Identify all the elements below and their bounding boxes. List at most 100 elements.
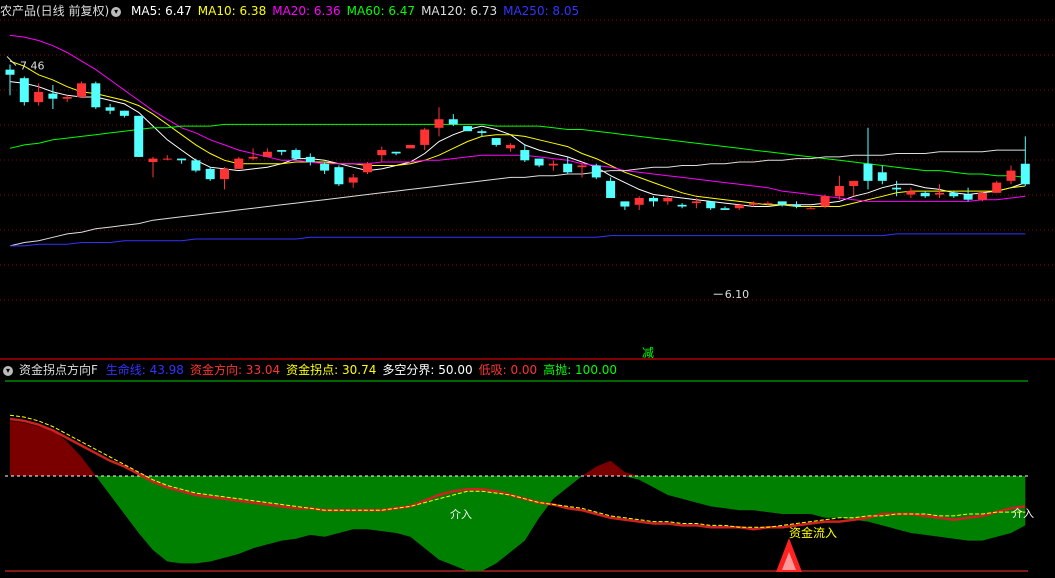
candle-body bbox=[663, 197, 673, 202]
candle-body bbox=[863, 163, 873, 181]
ma-legend-item-5: MA250: 8.05 bbox=[503, 4, 580, 18]
indicator-legend: 生命线: 43.98 资金方向: 33.04 资金拐点: 30.74 多空分界: 50… bbox=[106, 363, 623, 377]
candle-body bbox=[691, 201, 701, 204]
candle-body bbox=[992, 182, 1002, 193]
candle-body bbox=[706, 201, 716, 209]
candle-31 bbox=[448, 114, 458, 127]
candle-body bbox=[763, 203, 773, 205]
candle-body bbox=[491, 138, 501, 145]
price-header: 农产品(日线 前复权) ▾ MA5: 6.47 MA10: 6.38 MA20: 6.… bbox=[0, 3, 585, 19]
ma-line-ma10 bbox=[9, 60, 1026, 207]
candle-23 bbox=[334, 165, 344, 186]
jian-marker: 减 bbox=[642, 346, 654, 360]
high-price-label: 7.46 bbox=[20, 59, 45, 72]
candle-body bbox=[977, 192, 987, 200]
candle-2 bbox=[34, 83, 44, 106]
candle-5 bbox=[77, 81, 86, 98]
candle-body bbox=[935, 192, 944, 195]
ma-line-ma60 bbox=[9, 123, 1026, 178]
candle-body bbox=[162, 158, 172, 160]
chart-root: { "top_header": { "title": "农产品(日线 前复权)"… bbox=[0, 0, 1055, 578]
candle-28 bbox=[405, 144, 415, 149]
candle-body bbox=[563, 163, 573, 173]
candle-29 bbox=[420, 127, 430, 151]
candle-38 bbox=[548, 160, 558, 171]
candle-21 bbox=[305, 153, 315, 166]
candle-9 bbox=[134, 115, 144, 157]
candle-body bbox=[48, 93, 58, 99]
candle-body bbox=[777, 201, 787, 205]
candle-24 bbox=[348, 174, 358, 188]
indicator-legend-item-4: 低吸: 0.00 bbox=[478, 363, 538, 377]
indicator-title: 资金拐点方向F bbox=[19, 363, 98, 377]
candle-34 bbox=[491, 138, 501, 147]
ma-line-ma250 bbox=[10, 233, 1026, 247]
settings-toggle-icon[interactable]: ▾ bbox=[111, 6, 122, 17]
candle-67 bbox=[963, 187, 973, 202]
candle-19 bbox=[277, 150, 287, 156]
candle-46 bbox=[663, 196, 673, 205]
candle-body bbox=[448, 119, 458, 125]
candle-body bbox=[191, 160, 201, 171]
candle-body bbox=[963, 194, 973, 200]
candle-body bbox=[391, 151, 401, 154]
candle-71 bbox=[1020, 136, 1030, 186]
indicator-legend-item-0: 生命线: 43.98 bbox=[105, 363, 184, 377]
candle-18 bbox=[262, 148, 272, 157]
candle-body bbox=[205, 168, 215, 180]
candle-58 bbox=[834, 175, 844, 200]
candle-49 bbox=[706, 201, 716, 210]
candle-body bbox=[277, 150, 287, 152]
candle-body bbox=[91, 83, 101, 108]
life-area-above bbox=[10, 420, 1026, 476]
candle-45 bbox=[649, 196, 658, 207]
candle-33 bbox=[477, 129, 487, 137]
candle-30 bbox=[434, 107, 444, 137]
low-price-label: 6.10 bbox=[725, 288, 750, 301]
ma-legend-item-0: MA5: 6.47 bbox=[131, 4, 192, 18]
candle-57 bbox=[820, 194, 830, 209]
candle-35 bbox=[506, 143, 515, 152]
candle-body bbox=[634, 197, 644, 205]
indicator-legend-item-1: 资金方向: 33.04 bbox=[189, 363, 281, 377]
ma-line-ma20 bbox=[9, 34, 1026, 202]
candle-body bbox=[62, 97, 72, 99]
candle-12 bbox=[177, 158, 187, 164]
candle-body bbox=[834, 185, 844, 197]
candle-body bbox=[19, 78, 29, 103]
candle-body bbox=[892, 187, 902, 190]
candle-body bbox=[749, 203, 759, 205]
candle-body bbox=[477, 131, 487, 133]
candle-8 bbox=[119, 110, 129, 118]
high-arrow bbox=[6, 56, 17, 66]
candle-body bbox=[305, 156, 315, 163]
candle-body bbox=[105, 107, 115, 111]
indicator-legend-item-2: 资金拐点: 30.74 bbox=[286, 363, 377, 377]
candle-16 bbox=[234, 156, 244, 169]
candle-body bbox=[806, 208, 816, 210]
candle-13 bbox=[191, 158, 201, 173]
candle-body bbox=[134, 115, 144, 157]
candle-body bbox=[906, 191, 916, 195]
candle-70 bbox=[1006, 165, 1016, 185]
candle-body bbox=[720, 208, 730, 210]
candle-63 bbox=[906, 187, 916, 198]
candle-body bbox=[649, 197, 658, 202]
candle-body bbox=[734, 204, 744, 209]
candle-43 bbox=[620, 201, 630, 210]
candle-body bbox=[177, 158, 187, 161]
candle-body bbox=[77, 83, 86, 98]
chart-title: 农产品(日线 前复权) bbox=[0, 4, 110, 18]
candle-body bbox=[220, 168, 229, 180]
candle-body bbox=[1006, 170, 1016, 181]
candle-body bbox=[348, 177, 358, 183]
candle-body bbox=[620, 201, 630, 207]
candle-body bbox=[591, 165, 601, 178]
indicator-toggle-icon[interactable]: ▾ bbox=[3, 365, 13, 376]
candle-body bbox=[119, 110, 129, 116]
candle-64 bbox=[920, 191, 930, 198]
candle-6 bbox=[91, 81, 101, 109]
candle-body bbox=[434, 119, 444, 128]
candle-body bbox=[1020, 163, 1030, 185]
candle-10 bbox=[148, 156, 158, 178]
